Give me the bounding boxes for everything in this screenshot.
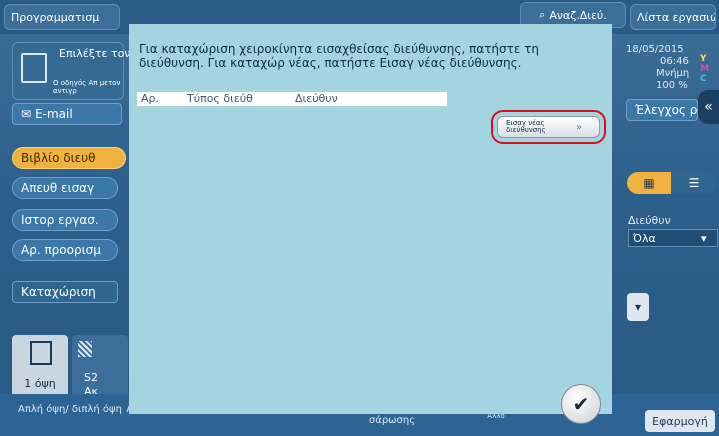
search-icon: ⌕ — [539, 8, 546, 21]
address-table-header: Αρ. Τύπος διεύθ Διεύθυν — [137, 92, 447, 106]
one-side-button[interactable]: 1 όψη — [12, 335, 68, 397]
new-address-button[interactable]: Εισαγ νέας διεύθυνσης » — [497, 116, 600, 138]
scroll-button[interactable]: ▾ — [627, 293, 649, 321]
tab-address-book[interactable]: Βιβλίο διευθ — [12, 147, 126, 169]
single-double-side-tab[interactable]: Απλή όψη/ διπλή όψη — [18, 404, 122, 415]
document-icon — [21, 53, 47, 83]
ok-button[interactable]: ✔ — [561, 384, 601, 424]
tab-direct-input[interactable]: Απευθ εισαγ — [12, 177, 118, 199]
email-button[interactable]: ✉ E-mail — [12, 103, 122, 125]
page-icon — [30, 341, 52, 365]
grid-icon: ▦ — [643, 176, 655, 190]
job-list-button[interactable]: Λίστα εργασιών — [630, 4, 716, 30]
list-icon: ☰ — [688, 176, 700, 190]
pattern-icon — [78, 341, 92, 357]
column-number: Αρ. — [141, 92, 160, 105]
double-chevron-right-icon: » — [576, 121, 583, 133]
apply-button[interactable]: Εφαρμογή — [645, 410, 715, 432]
address-filter-label: Διεύθυν — [628, 214, 671, 227]
check-button[interactable]: Έλεγχος ρ — [626, 99, 698, 121]
column-address: Διεύθυν — [295, 92, 338, 105]
dialog-instruction: Για καταχώριση χειροκίνητα εισαχθείσας δ… — [139, 42, 539, 70]
registration-button[interactable]: Καταχώριση — [12, 281, 118, 303]
address-filter-select[interactable]: Όλα ▾ — [628, 229, 718, 247]
select-destination-box: Επιλέξτε τον Ο οδηγός Απ μετον αντιγρ — [12, 42, 130, 100]
toner-indicator: YMC — [700, 54, 709, 84]
double-chevron-left-icon: « — [704, 99, 713, 115]
list-view-button[interactable]: ☰ — [672, 172, 716, 194]
scan-mode-button[interactable]: S2 Ακ — [72, 335, 128, 398]
tab-dest-number[interactable]: Αρ. προορισμ — [12, 239, 118, 261]
checkmark-icon: ✔ — [572, 392, 590, 416]
tab-job-history[interactable]: Ιστορ εργασ. — [12, 209, 118, 231]
chevron-down-icon: ▾ — [701, 231, 707, 245]
new-address-button-highlight: Εισαγ νέας διεύθυνσης » — [491, 110, 606, 144]
collapse-panel-button[interactable]: « — [698, 90, 719, 124]
scroll-down-icon: ▾ — [634, 300, 642, 314]
address-registration-dialog: Για καταχώριση χειροκίνητα εισαχθείσας δ… — [129, 24, 612, 414]
column-address-type: Τύπος διεύθ — [187, 92, 253, 105]
grid-view-button[interactable]: ▦ — [627, 172, 671, 194]
tab-programming[interactable]: Προγραμματισμ — [4, 4, 120, 30]
envelope-icon: ✉ — [21, 107, 32, 121]
